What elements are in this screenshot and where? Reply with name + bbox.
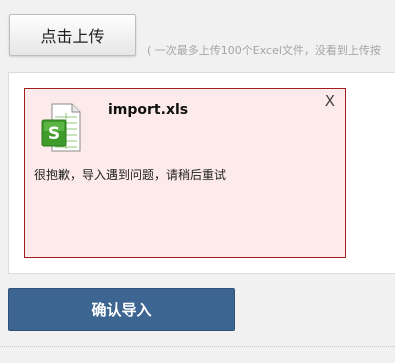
file-card: S import.xls X 很抱歉，导入遇到问题，请稍后重试 [24,88,346,258]
upload-hint: ( 一次最多上传100个Excel文件，没看到上传按 [147,44,381,57]
upload-button[interactable]: 点击上传 [9,14,136,56]
confirm-import-button[interactable]: 确认导入 [8,288,235,331]
file-name: import.xls [108,102,189,118]
error-message: 很抱歉，导入遇到问题，请稍后重试 [34,168,227,182]
close-icon[interactable]: X [325,94,335,109]
excel-file-icon: S [40,103,82,153]
divider [0,346,395,347]
svg-text:S: S [48,124,60,144]
